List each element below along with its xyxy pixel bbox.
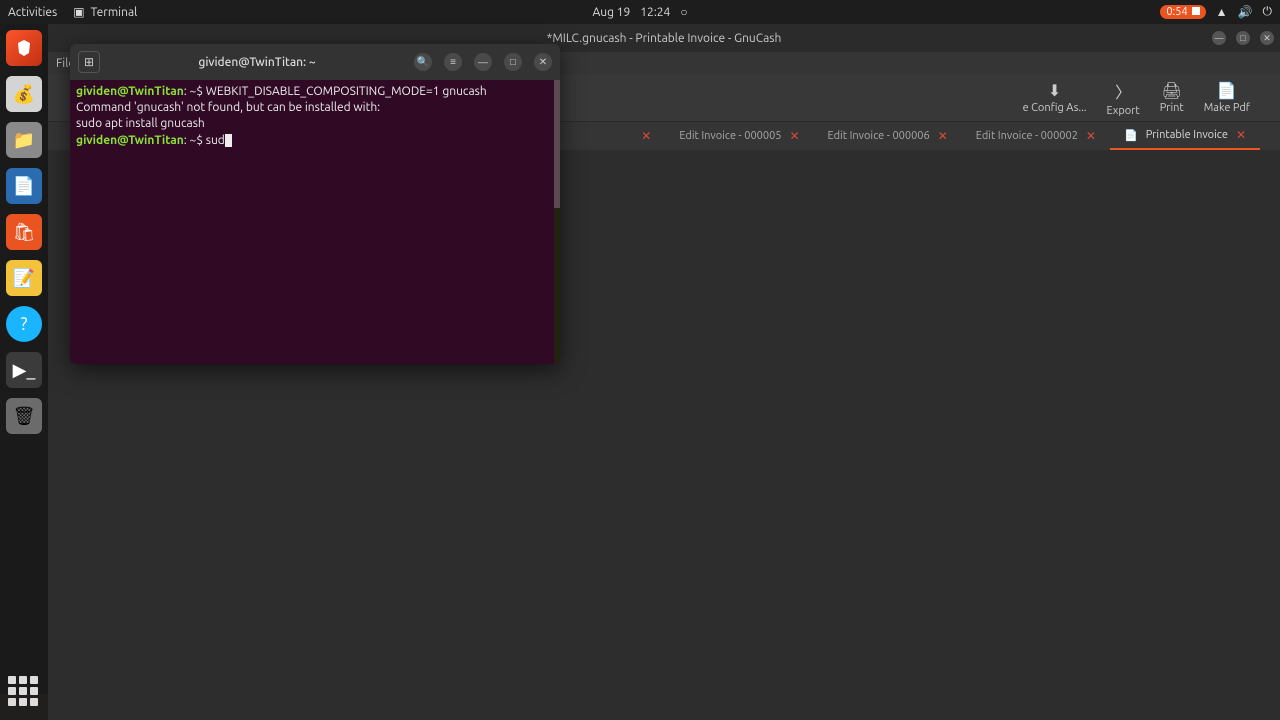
topbar-app[interactable]: ▣ Terminal: [73, 5, 137, 19]
terminal-icon: ▣: [73, 5, 84, 19]
prompt-user: gividen@TwinTitan: [76, 85, 184, 98]
terminal-line: gividen@TwinTitan: ~$ WEBKIT_DISABLE_COM…: [76, 84, 554, 100]
gnucash-title: *MILC.gnucash - Printable Invoice - GnuC…: [547, 32, 782, 45]
tab-label: Edit Invoice - 000002: [976, 130, 1078, 142]
show-applications[interactable]: [8, 676, 40, 708]
terminal-line: gividen@TwinTitan: ~$ sud: [76, 133, 554, 149]
screen-recorder-badge[interactable]: 0:54: [1160, 5, 1205, 19]
terminal-window: ⊞ gividen@TwinTitan: ~ 🔍 ≡ — □ ✕ gividen…: [70, 44, 560, 364]
close-icon[interactable]: ✕: [1236, 128, 1246, 142]
dock-software[interactable]: 🛍: [6, 214, 42, 250]
tab-invoice-000005[interactable]: Edit Invoice - 000005 ✕: [665, 122, 813, 150]
close-icon[interactable]: ✕: [1086, 129, 1096, 143]
terminal-line: Command 'gnucash' not found, but can be …: [76, 100, 554, 116]
prompt-command: : ~$ sud: [184, 134, 225, 147]
topbar-date: Aug 19: [592, 6, 630, 19]
desktop-top-bar: Activities ▣ Terminal Aug 19 12:24 ○ 0:5…: [0, 0, 1280, 24]
prompt-command: : ~$ WEBKIT_DISABLE_COMPOSITING_MODE=1 g…: [184, 85, 487, 98]
minimize-button[interactable]: —: [1212, 31, 1226, 45]
tab-partial-close[interactable]: ✕: [627, 122, 665, 150]
print-button[interactable]: 🖨 Print: [1160, 81, 1184, 114]
pdf-icon: 📄: [1217, 81, 1237, 100]
new-tab-button[interactable]: ⊞: [78, 51, 100, 73]
close-icon[interactable]: ✕: [789, 129, 799, 143]
export-icon: 〉: [1115, 79, 1131, 103]
terminal-minimize[interactable]: —: [474, 53, 492, 71]
terminal-line: sudo apt install gnucash: [76, 116, 554, 132]
cursor: [225, 134, 232, 147]
prompt-user: gividen@TwinTitan: [76, 134, 184, 147]
topbar-time: 12:24: [640, 6, 670, 19]
terminal-scrollbar[interactable]: [554, 80, 560, 364]
power-icon[interactable]: ⏻: [1263, 5, 1273, 19]
tab-printable-invoice[interactable]: 📄 Printable Invoice ✕: [1110, 122, 1260, 150]
network-icon[interactable]: ▲: [1216, 5, 1228, 19]
tab-label: Printable Invoice: [1146, 129, 1228, 141]
stop-icon: [1192, 7, 1200, 15]
export-button[interactable]: 〉 Export: [1107, 79, 1140, 117]
dock-files[interactable]: 📁: [6, 122, 42, 158]
volume-icon[interactable]: 🔊: [1238, 5, 1253, 19]
close-icon[interactable]: ✕: [938, 129, 948, 143]
dock-notes[interactable]: 📝: [6, 260, 42, 296]
save-config-as-button[interactable]: ⬇ e Config As...: [1023, 81, 1087, 114]
recorder-time: 0:54: [1166, 6, 1187, 18]
terminal-header: ⊞ gividen@TwinTitan: ~ 🔍 ≡ — □ ✕: [70, 44, 560, 80]
dock-terminal[interactable]: ▶_: [6, 352, 42, 388]
tab-label: Edit Invoice - 000005: [679, 130, 781, 142]
dock-brave[interactable]: [6, 30, 42, 66]
activities-button[interactable]: Activities: [8, 6, 57, 19]
dock: 💰 📁 📄 🛍 📝 ? ▶_ 🗑: [0, 24, 48, 694]
save-icon: ⬇: [1048, 81, 1061, 100]
make-pdf-button[interactable]: 📄 Make Pdf: [1204, 81, 1250, 114]
search-button[interactable]: 🔍: [414, 53, 432, 71]
document-icon: 📄: [1124, 129, 1138, 142]
close-icon[interactable]: ✕: [641, 129, 651, 143]
topbar-clock[interactable]: Aug 19 12:24 ○: [592, 5, 687, 19]
save-config-label: e Config As...: [1023, 102, 1087, 114]
tab-invoice-000002[interactable]: Edit Invoice - 000002 ✕: [962, 122, 1110, 150]
export-label: Export: [1107, 105, 1140, 117]
terminal-maximize[interactable]: □: [504, 53, 522, 71]
make-pdf-label: Make Pdf: [1204, 102, 1250, 114]
tab-label: Edit Invoice - 000006: [828, 130, 930, 142]
dock-gnucash[interactable]: 💰: [6, 76, 42, 112]
dock-libreoffice[interactable]: 📄: [6, 168, 42, 204]
print-label: Print: [1160, 102, 1184, 114]
close-button[interactable]: ✕: [1260, 31, 1274, 45]
topbar-app-label: Terminal: [91, 6, 138, 19]
terminal-title: gividen@TwinTitan: ~: [100, 56, 414, 69]
scrollbar-thumb[interactable]: [554, 80, 560, 208]
maximize-button[interactable]: □: [1236, 31, 1250, 45]
dock-trash[interactable]: 🗑: [6, 398, 42, 434]
dock-help[interactable]: ?: [6, 306, 42, 342]
terminal-close[interactable]: ✕: [534, 53, 552, 71]
notification-icon: ○: [680, 5, 687, 19]
menu-button[interactable]: ≡: [444, 53, 462, 71]
print-icon: 🖨: [1162, 81, 1182, 100]
tab-invoice-000006[interactable]: Edit Invoice - 000006 ✕: [814, 122, 962, 150]
terminal-body[interactable]: gividen@TwinTitan: ~$ WEBKIT_DISABLE_COM…: [70, 80, 560, 364]
